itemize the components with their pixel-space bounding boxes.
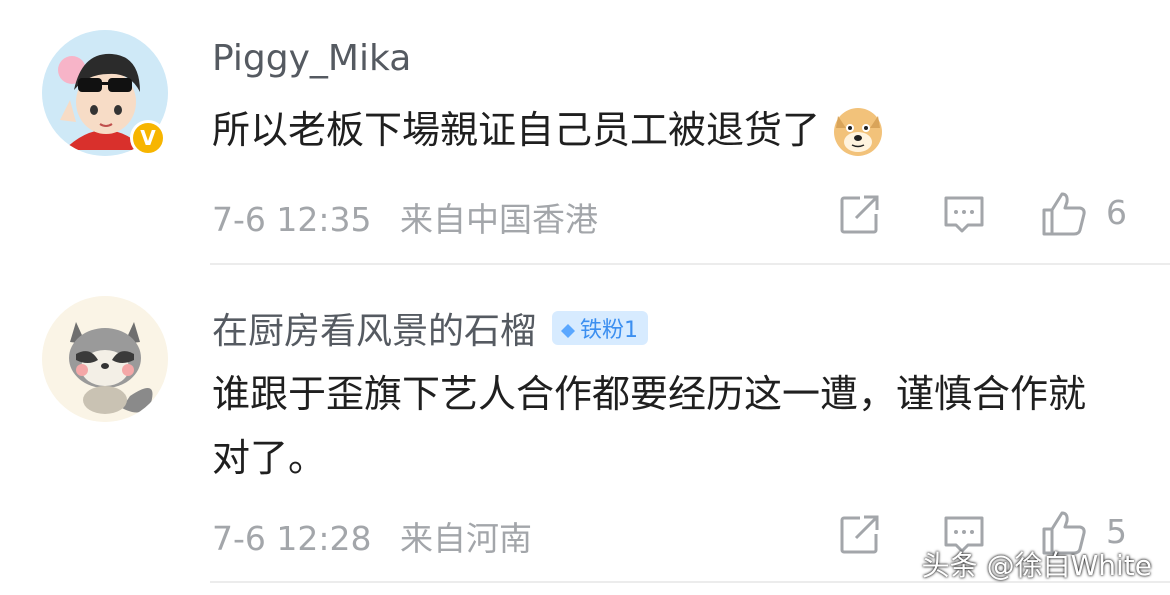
comment-icon — [944, 196, 984, 233]
comment-meta: 7-6 12:28 来自河南 — [212, 512, 550, 560]
avatar[interactable]: V — [42, 30, 168, 156]
comment-body: 所以老板下場親证自己员工被退货了 — [212, 108, 821, 152]
like-button[interactable] — [1040, 190, 1088, 238]
username[interactable]: Piggy_Mika — [212, 38, 411, 79]
thumbs-up-icon — [1042, 192, 1086, 236]
timestamp: 7-6 12:35 — [212, 200, 372, 239]
reply-button[interactable] — [942, 193, 986, 237]
badge-label: 铁粉1 — [580, 318, 639, 343]
location: 来自河南 — [400, 519, 532, 558]
fan-badge[interactable]: 铁粉1 — [552, 311, 649, 345]
verified-v-icon: V — [130, 120, 166, 156]
comment-item: V Piggy_Mika 所以老板下場親证自己员工被退货了 7-6 12:35 … — [0, 0, 1170, 265]
comment-text: 所以老板下場親证自己员工被退货了 — [212, 98, 1112, 162]
username[interactable]: 在厨房看风景的石榴 铁粉1 — [212, 302, 649, 354]
comment-meta: 7-6 12:35 来自中国香港 — [212, 193, 616, 241]
watermark: 头条 @徐白White — [921, 549, 1152, 582]
diamond-icon — [560, 320, 576, 338]
comment-text: 谁跟于歪旗下艺人合作都要经历这一遭，谨慎合作就对了。 — [212, 372, 1087, 480]
avatar[interactable] — [42, 296, 168, 422]
username-text: 在厨房看风景的石榴 — [212, 311, 537, 352]
share-icon — [840, 512, 882, 554]
share-button[interactable] — [838, 192, 882, 236]
share-icon — [840, 192, 882, 234]
timestamp: 7-6 12:28 — [212, 519, 372, 558]
divider — [210, 263, 1170, 265]
share-button[interactable] — [838, 512, 882, 556]
like-count: 6 — [1106, 193, 1127, 232]
username-text: Piggy_Mika — [212, 38, 412, 79]
doge-emoji-icon — [830, 102, 886, 158]
location: 来自中国香港 — [400, 200, 598, 239]
